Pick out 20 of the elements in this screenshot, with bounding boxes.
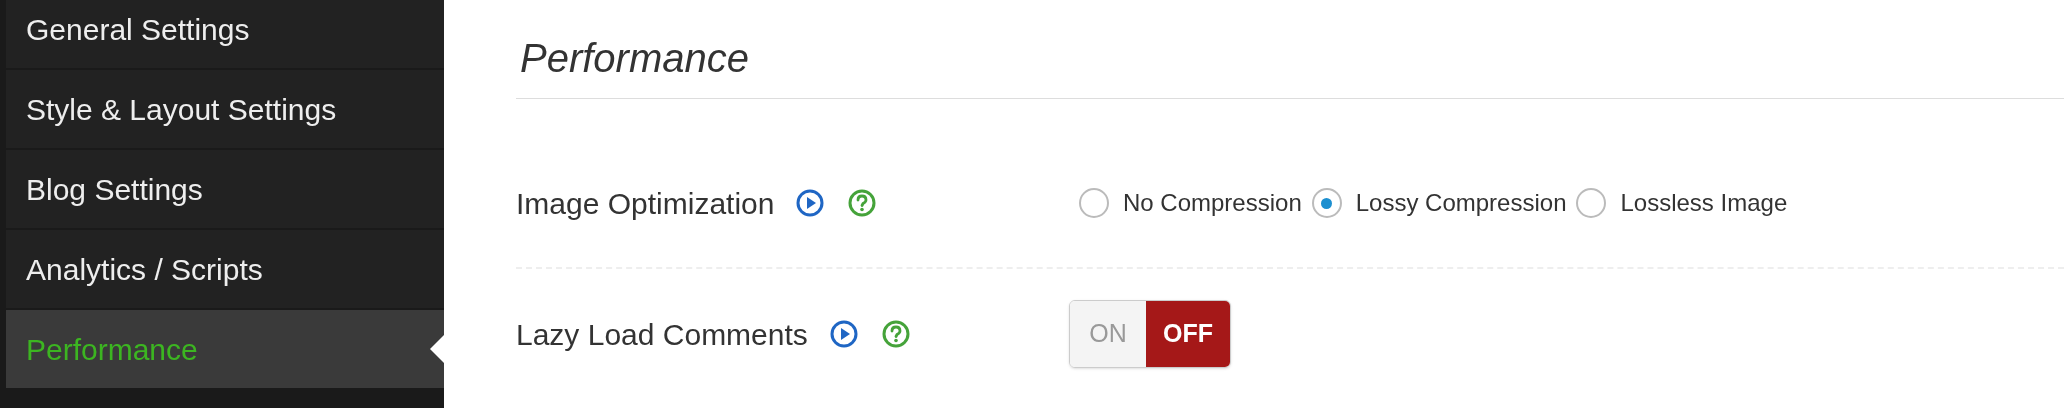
sidebar-item[interactable]: Style & Layout Settings: [6, 70, 444, 148]
radio-button[interactable]: [1079, 188, 1109, 218]
setting-label: Lazy Load Comments: [516, 316, 808, 353]
sidebar-item[interactable]: Blog Settings: [6, 150, 444, 228]
on-off-toggle[interactable]: ON OFF: [1069, 300, 1231, 368]
help-icon[interactable]: [848, 189, 877, 217]
radio-button[interactable]: [1576, 188, 1607, 218]
sidebar-item[interactable]: General Settings: [6, 0, 444, 68]
radio-label[interactable]: Lossless Image: [1620, 185, 1788, 221]
sidebar-item[interactable]: Analytics / Scripts: [6, 230, 444, 308]
play-icon[interactable]: [796, 189, 825, 217]
setting-label: Image Optimization: [516, 185, 775, 222]
section-title: Performance: [519, 35, 750, 82]
radio-button[interactable]: [1311, 188, 1342, 218]
help-icon[interactable]: [881, 320, 910, 348]
play-icon[interactable]: [829, 320, 858, 348]
pointer-icon: [430, 335, 444, 363]
radio-label[interactable]: No Compression: [1123, 185, 1302, 221]
radio-label[interactable]: Lossy Compression: [1355, 185, 1567, 221]
sidebar-item[interactable]: Performance: [6, 310, 444, 388]
